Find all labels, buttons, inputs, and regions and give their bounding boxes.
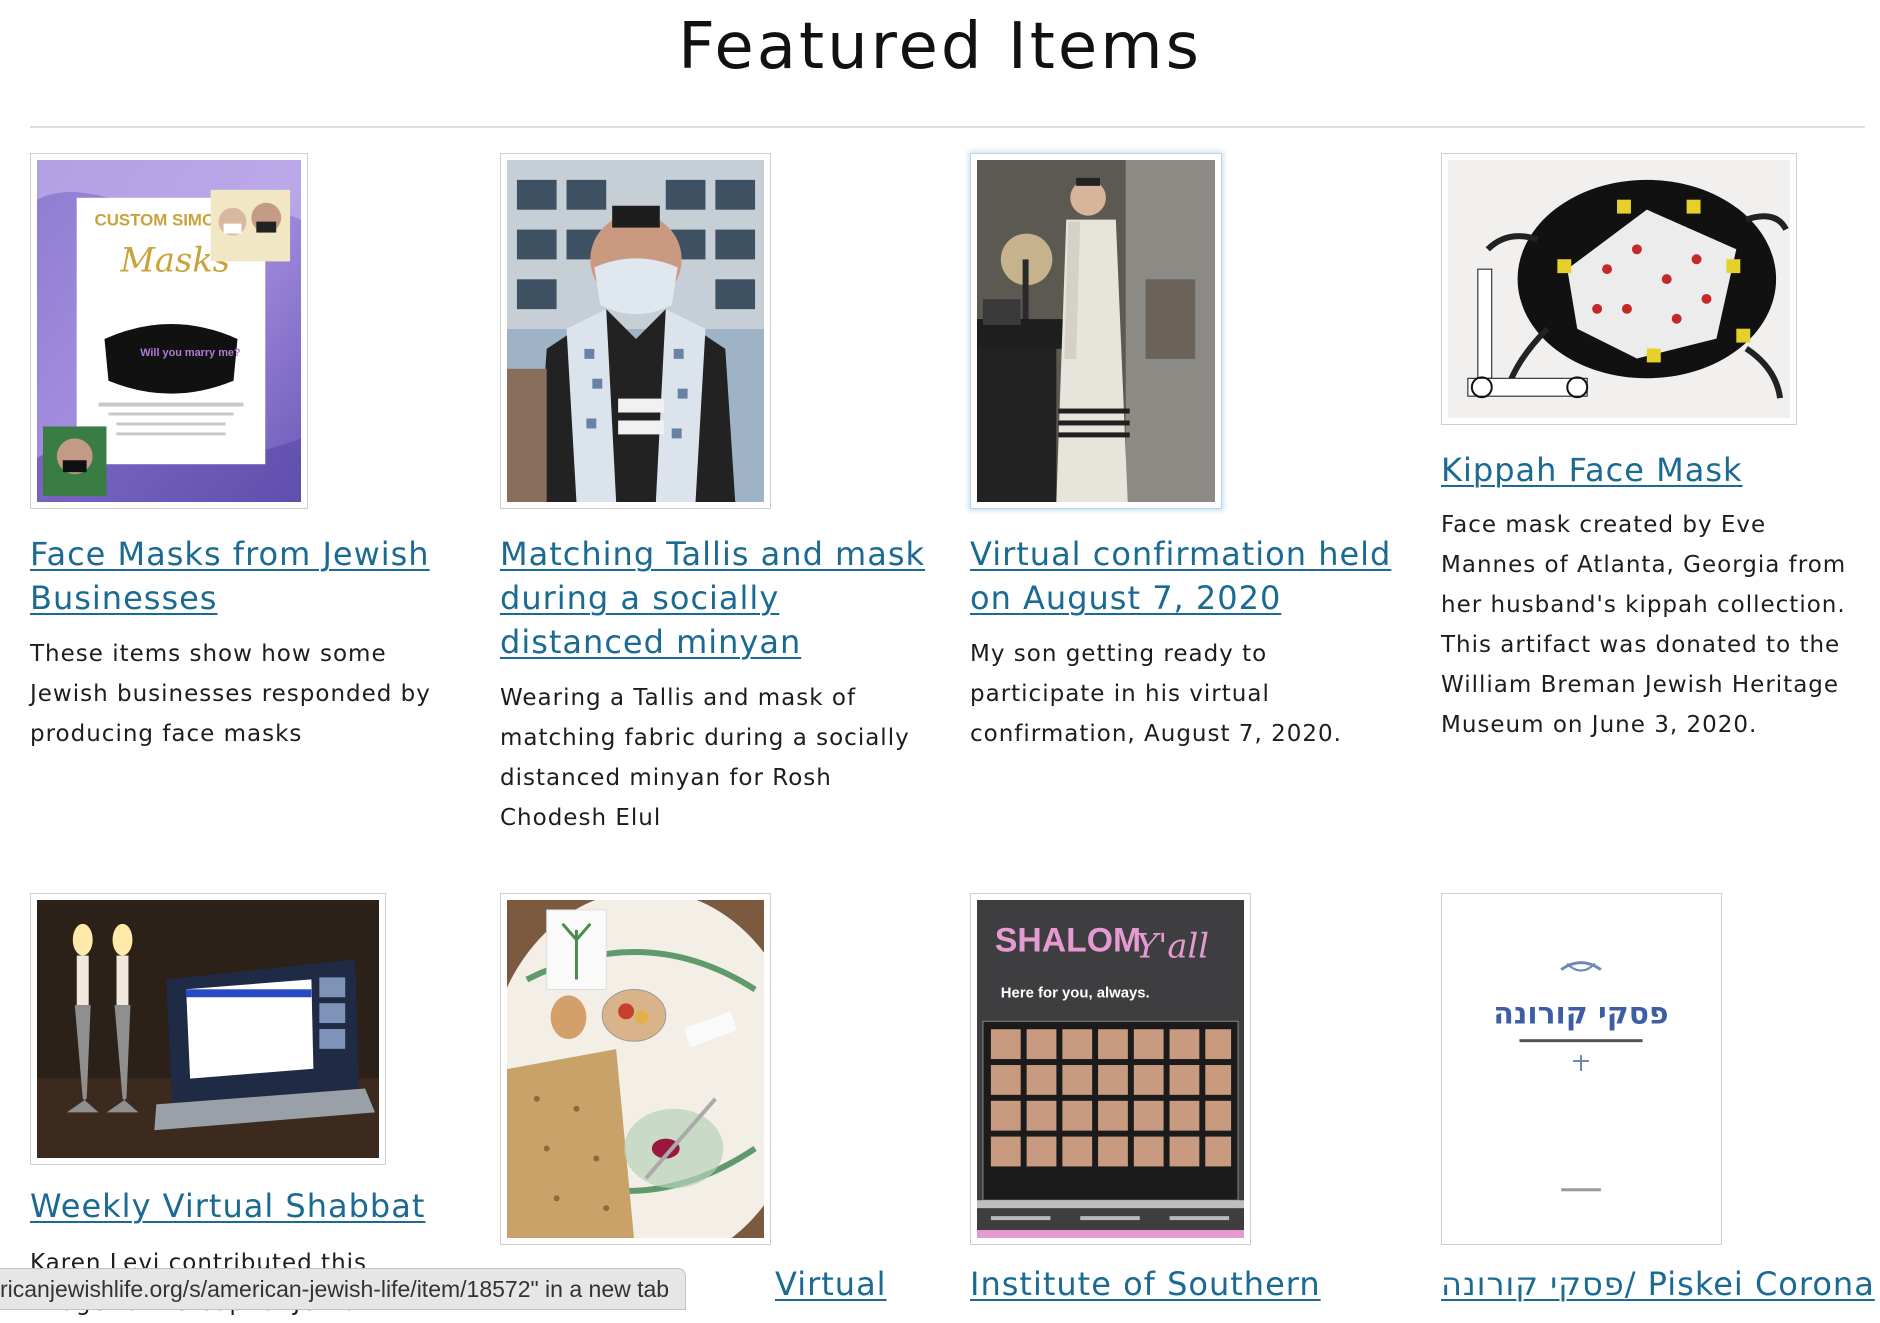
item-title: Institute of Southern (970, 1262, 1321, 1306)
virtual-confirmation-photo-image (977, 160, 1215, 502)
custom-simcha-masks-image: CUSTOM SIMCHA Masks Will you marry me? (37, 160, 301, 502)
virtual-shabbat-photo-image (37, 900, 379, 1158)
svg-text:SHALOM: SHALOM (995, 922, 1141, 960)
item-title: Face Masks from Jewish Businesses (30, 532, 460, 620)
svg-text:פסקי קורונה: פסקי קורונה (1493, 996, 1668, 1031)
shalom-yall-magazine-image: SHALOM Y'all Here for you, always. (977, 900, 1244, 1238)
item-description: My son getting ready to participate in h… (970, 641, 1342, 747)
item-title-link[interactable]: Matching Tallis and mask during a social… (500, 535, 925, 661)
item-description: Face mask created by Eve Mannes of Atlan… (1441, 512, 1847, 738)
item-title-link[interactable]: Virtual confirmation held on August 7, 2… (970, 535, 1391, 617)
piskei-corona-cover-image: פסקי קורונה (1448, 900, 1715, 1238)
browser-status-bar: ricanjewishlife.org/s/american-jewish-li… (0, 1268, 687, 1310)
item-title: Kippah Face Mask (1441, 448, 1743, 492)
tallis-and-mask-photo-image (507, 160, 764, 502)
item-thumbnail[interactable]: פסקי קורונה (1441, 893, 1722, 1245)
item-thumbnail[interactable] (500, 893, 771, 1245)
item-title: Virtual confirmation held on August 7, 2… (970, 532, 1400, 620)
item-thumbnail[interactable]: CUSTOM SIMCHA Masks Will you marry me? (30, 153, 308, 509)
item-title-link[interactable]: Weekly Virtual Shabbat (30, 1187, 425, 1225)
item-description: These items show how some Jewish busines… (30, 641, 431, 747)
svg-text:Here for you, always.: Here for you, always. (1001, 985, 1150, 1001)
svg-text:Will you marry me?: Will you marry me? (140, 347, 241, 359)
item-title: Matching Tallis and mask during a social… (500, 532, 930, 664)
item-title-link[interactable]: Face Masks from Jewish Businesses (30, 535, 430, 617)
item-title-link[interactable]: Kippah Face Mask (1441, 451, 1743, 489)
item-title-link[interactable]: Virtual (775, 1265, 887, 1303)
kippah-face-mask-photo-image (1448, 160, 1790, 418)
item-thumbnail[interactable] (970, 153, 1222, 509)
item-title-link[interactable]: Institute of Southern (970, 1265, 1321, 1303)
item-thumbnail[interactable] (1441, 153, 1797, 425)
item-title: פסקי קורונה/ Piskei Corona (1441, 1262, 1875, 1306)
item-thumbnail[interactable] (500, 153, 771, 509)
item-title-link[interactable]: פסקי קורונה/ Piskei Corona (1441, 1265, 1875, 1303)
item-title: Weekly Virtual Shabbat (30, 1184, 425, 1228)
seder-plate-photo-image (507, 900, 764, 1238)
item-thumbnail[interactable]: SHALOM Y'all Here for you, always. (970, 893, 1251, 1245)
svg-text:Y'all: Y'all (1136, 927, 1209, 966)
item-description: Wearing a Tallis and mask of matching fa… (500, 685, 910, 831)
item-thumbnail[interactable] (30, 893, 386, 1165)
heading-divider (30, 126, 1865, 128)
page-title: Featured Items (678, 10, 1202, 84)
